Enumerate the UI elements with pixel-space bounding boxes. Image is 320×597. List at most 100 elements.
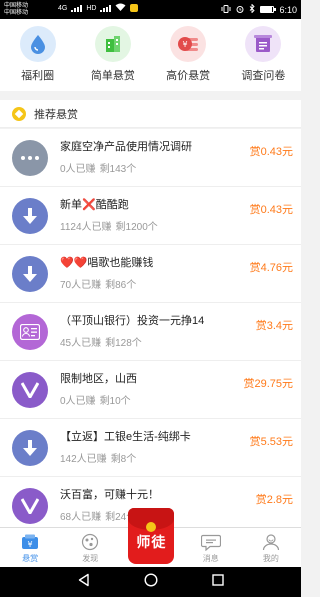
task-meta: 1124人已赚 剩1200个 [60, 218, 246, 233]
task-item[interactable]: 新单❌酷酷跑 1124人已赚 剩1200个 赏0.43元 [0, 187, 301, 245]
carrier-1: 中国移动 [4, 2, 29, 9]
back-icon[interactable] [77, 573, 91, 592]
network-label: 4G [58, 4, 68, 12]
task-item[interactable]: ❤️❤️唱歌也能赚钱 70人已赚 剩86个 赏4.76元 [0, 245, 301, 303]
discover-icon [80, 533, 100, 551]
nav-bounty[interactable]: ¥ 悬赏 [0, 528, 60, 567]
category-label: 调查问卷 [241, 70, 286, 82]
section-title: 推荐悬赏 [34, 108, 78, 121]
svg-text:¥: ¥ [183, 40, 188, 49]
task-remaining: 剩10个 [99, 396, 131, 407]
system-nav-bar [0, 567, 301, 597]
task-meta: 0人已赚 剩10个 [60, 392, 239, 407]
category-label: 高价悬赏 [166, 70, 211, 82]
task-earned: 70人已赚 [60, 280, 102, 291]
bluetooth-icon [249, 3, 256, 15]
download-icon [12, 255, 48, 292]
nav-label: 发现 [82, 554, 99, 563]
status-bar: 中国移动 中国移动 4G HD 6:10 [0, 0, 301, 19]
task-reward: 赏0.43元 [249, 146, 293, 158]
task-earned: 142人已赚 [60, 454, 107, 465]
task-remaining: 剩1200个 [115, 222, 158, 233]
task-reward: 赏0.43元 [249, 204, 293, 216]
task-meta: 45人已赚 剩128个 [60, 334, 252, 349]
nav-message[interactable]: 消息 [181, 528, 241, 567]
category-survey[interactable]: 调查问卷 [226, 19, 301, 91]
task-title: （平顶山银行）投资一元挣14 [60, 315, 205, 327]
red-packet-icon: 师徒 [128, 508, 175, 564]
nav-label: 我的 [262, 554, 279, 563]
task-title: ❤️❤️唱歌也能赚钱 [60, 257, 154, 269]
task-remaining: 剩128个 [105, 338, 142, 349]
category-welfare[interactable]: 福利圈 [0, 19, 75, 91]
task-earned: 1124人已赚 [60, 222, 112, 233]
battery-fill [261, 7, 272, 12]
task-meta: 70人已赚 剩86个 [60, 276, 246, 291]
nav-profile[interactable]: 我的 [241, 528, 301, 567]
wifi-icon [115, 3, 126, 13]
message-icon [200, 533, 221, 551]
category-high-bounty[interactable]: ¥ 高价悬赏 [151, 19, 226, 91]
home-icon[interactable] [143, 572, 158, 592]
task-body: 家庭空净产品使用情况调研 0人已赚 剩143个 [60, 140, 246, 175]
task-item[interactable]: 家庭空净产品使用情况调研 0人已赚 剩143个 赏0.43元 [0, 129, 301, 187]
download-icon [12, 197, 48, 234]
download-icon [12, 429, 48, 466]
task-reward: 赏4.76元 [249, 262, 293, 274]
svg-text:¥: ¥ [28, 540, 33, 549]
contact-card-icon [12, 313, 48, 350]
task-list: 家庭空净产品使用情况调研 0人已赚 剩143个 赏0.43元 新单❌酷酷跑 112… [0, 129, 301, 527]
status-right: 6:10 [221, 3, 297, 15]
nav-discover[interactable]: 发现 [60, 528, 120, 567]
section-header: 推荐悬赏 [0, 100, 301, 128]
signal-indicators: 4G HD [58, 3, 139, 13]
task-title: 新单❌酷酷跑 [60, 199, 129, 211]
bottom-nav: ¥ 悬赏 发现 师徒 消息 我的 [0, 508, 301, 567]
task-meta: 142人已赚 剩8个 [60, 450, 246, 465]
diamond-icon [12, 106, 26, 121]
task-body: 限制地区，山西 0人已赚 剩10个 [60, 372, 239, 407]
alarm-icon [236, 5, 244, 15]
task-reward: 赏3.4元 [255, 320, 293, 332]
task-body: 【立返】工银e生活-纯绑卡 142人已赚 剩8个 [60, 430, 246, 465]
task-title: 限制地区，山西 [60, 373, 137, 385]
task-title: 家庭空净产品使用情况调研 [60, 141, 192, 153]
task-remaining: 剩86个 [105, 280, 137, 291]
task-body: （平顶山银行）投资一元挣14 45人已赚 剩128个 [60, 314, 252, 349]
battery-icon [260, 6, 277, 13]
clock: 6:10 [279, 4, 297, 15]
task-earned: 0人已赚 [60, 396, 96, 407]
category-label: 简单悬赏 [90, 70, 135, 82]
mentor-label: 师徒 [136, 534, 167, 550]
more-dots-icon [12, 139, 48, 176]
task-title: 沃百富，可赚十元！ [60, 489, 159, 501]
task-remaining: 剩143个 [99, 164, 137, 175]
task-meta: 0人已赚 剩143个 [60, 160, 246, 175]
coin-stack-icon: ¥ [170, 26, 207, 62]
carrier-2: 中国移动 [4, 9, 29, 16]
task-body: ❤️❤️唱歌也能赚钱 70人已赚 剩86个 [60, 256, 246, 291]
task-remaining: 剩8个 [110, 454, 137, 465]
nav-mentor[interactable]: 师徒 [120, 508, 180, 567]
signal-icon-2 [100, 4, 112, 12]
v-badge-icon [12, 371, 48, 408]
carrier-info: 中国移动 中国移动 [4, 3, 28, 17]
task-item[interactable]: （平顶山银行）投资一元挣14 45人已赚 剩128个 赏3.4元 [0, 303, 301, 361]
water-drop-icon [19, 26, 56, 62]
task-item[interactable]: 【立返】工银e生活-纯绑卡 142人已赚 剩8个 赏5.53元 [0, 419, 301, 477]
recents-icon[interactable] [211, 573, 225, 592]
vibrate-icon [221, 4, 231, 15]
bounty-icon: ¥ [20, 533, 40, 551]
category-simple-bounty[interactable]: 简单悬赏 [75, 19, 150, 91]
task-earned: 68人已赚 [60, 512, 102, 523]
task-body: 新单❌酷酷跑 1124人已赚 剩1200个 [60, 198, 246, 233]
nav-label: 悬赏 [22, 554, 39, 563]
building-icon [94, 26, 131, 62]
task-item[interactable]: 限制地区，山西 0人已赚 剩10个 赏29.75元 [0, 361, 301, 419]
task-reward: 赏29.75元 [243, 378, 293, 390]
signal-icon [71, 4, 83, 12]
task-title: 【立返】工银e生活-纯绑卡 [60, 431, 191, 443]
category-label: 福利圈 [21, 70, 55, 82]
document-icon [245, 26, 282, 62]
task-reward: 赏5.53元 [249, 436, 293, 448]
